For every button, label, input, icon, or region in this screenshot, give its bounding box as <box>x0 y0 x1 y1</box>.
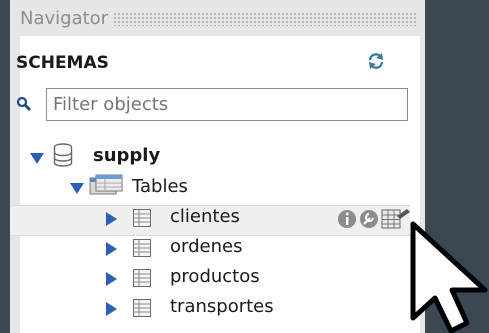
mouse-cursor <box>410 221 488 333</box>
database-icon <box>53 143 73 167</box>
wrench-icon[interactable] <box>360 210 378 228</box>
refresh-icon[interactable] <box>366 51 386 71</box>
info-icon[interactable] <box>338 210 356 228</box>
table-name[interactable]: productos <box>170 266 260 287</box>
table-icon <box>133 269 151 287</box>
row-actions <box>338 209 410 229</box>
expand-table-arrow[interactable] <box>106 212 117 226</box>
schema-name[interactable]: supply <box>93 145 160 166</box>
table-icon <box>133 299 151 317</box>
table-name[interactable]: ordenes <box>170 236 242 257</box>
expand-schema-arrow[interactable] <box>30 153 44 164</box>
expand-table-arrow[interactable] <box>106 302 117 316</box>
tables-folder-icon <box>89 174 123 195</box>
schemas-heading: SCHEMAS <box>16 53 109 73</box>
search-icon <box>16 96 32 112</box>
panel-grip[interactable] <box>113 12 418 26</box>
expand-table-arrow[interactable] <box>106 272 117 286</box>
table-name[interactable]: transportes <box>170 296 274 317</box>
expand-table-arrow[interactable] <box>106 242 117 256</box>
table-icon <box>133 239 151 257</box>
expand-tables-arrow[interactable] <box>70 183 84 194</box>
table-icon <box>133 209 151 227</box>
table-name[interactable]: clientes <box>170 206 240 227</box>
filter-objects-input[interactable] <box>46 88 408 121</box>
navigator-title: Navigator <box>20 8 109 29</box>
tables-folder-label[interactable]: Tables <box>132 176 188 197</box>
